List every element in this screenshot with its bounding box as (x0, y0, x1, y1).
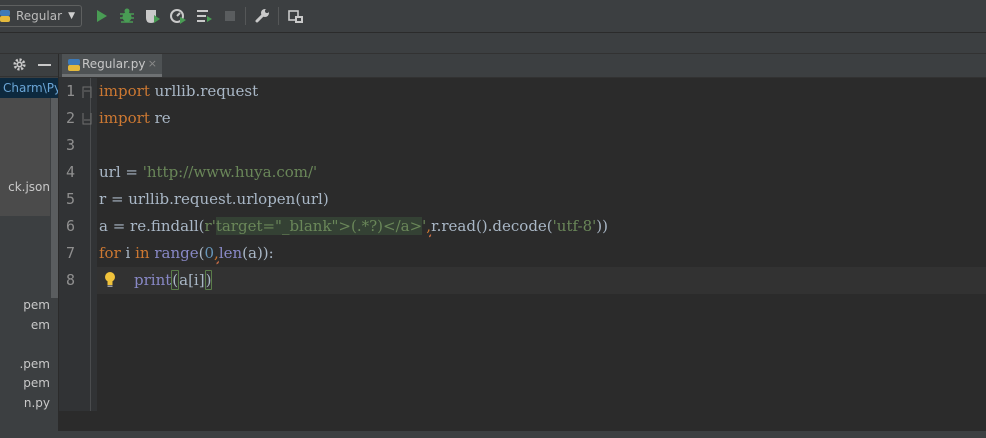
profile-button[interactable] (168, 6, 188, 26)
code-line-2: import re (99, 105, 171, 132)
code-line-8: print(a[i]) (134, 267, 213, 294)
string-token: r' (204, 217, 216, 235)
code-line-7: for i in range(0,len(a)): (99, 240, 274, 267)
line-number: 2 (65, 109, 75, 127)
fold-start-icon[interactable] (81, 85, 93, 99)
builtin-token: range (154, 244, 199, 262)
line-number: 7 (65, 244, 75, 262)
code-editor[interactable]: 1 2 3 4 5 6 7 8 import urllib.request im… (59, 78, 986, 438)
python-file-icon (68, 59, 80, 71)
code-line-1: import urllib.request (99, 78, 258, 105)
stop-icon (225, 11, 235, 21)
builtin-token: print (134, 271, 172, 289)
matched-brace: ) (204, 270, 213, 290)
code-token: (a)): (242, 244, 274, 262)
fold-end-icon[interactable] (81, 112, 93, 126)
tree-item[interactable]: pem (0, 374, 50, 392)
line-number: 1 (65, 82, 75, 100)
code-token: urllib.request (149, 82, 259, 100)
code-token: url = (99, 163, 143, 181)
regex-token: target="_blank">(.*?)</a> (215, 217, 423, 235)
code-token: a[i] (179, 271, 205, 289)
matched-brace: ( (171, 270, 180, 290)
project-panel-scrollbar[interactable] (51, 98, 58, 298)
gutter-divider (90, 78, 91, 411)
toolbar-divider (245, 7, 246, 25)
editor-tab-bar: Regular.py × (59, 54, 986, 78)
code-token: a = re.findall( (99, 217, 205, 235)
stop-button[interactable] (220, 6, 240, 26)
run-icon (97, 10, 107, 22)
run-configuration-label: Regular (16, 9, 63, 23)
builtin-token: len (218, 244, 243, 262)
project-tool-window: Charm\Py ck.json pem em .pem pem n.py (0, 54, 58, 438)
wrench-icon (255, 9, 269, 23)
tree-item[interactable]: n.py (0, 394, 50, 412)
line-number: 6 (65, 217, 75, 235)
line-number: 8 (65, 271, 75, 289)
run-button[interactable] (91, 6, 111, 26)
tab-label: Regular.py (82, 57, 146, 71)
chevron-down-icon: ▼ (68, 11, 75, 21)
close-icon[interactable]: × (148, 57, 157, 70)
keyword-token: in (135, 244, 150, 262)
tree-item[interactable]: .pem (0, 355, 50, 373)
main-toolbar: Regular ▼ (0, 0, 986, 33)
keyword-token: import (99, 82, 150, 100)
line-number: 3 (65, 136, 75, 154)
project-root-path[interactable]: Charm\Py (0, 78, 58, 98)
tree-item[interactable]: ck.json (0, 178, 50, 196)
run-with-coverage-button[interactable] (142, 6, 162, 26)
tree-item[interactable]: em (0, 316, 50, 334)
code-token: r = urllib.request.urlopen(url) (99, 190, 329, 208)
run-configuration-selector[interactable]: Regular ▼ (0, 5, 82, 27)
concurrency-icon (197, 10, 212, 22)
debug-button[interactable] (117, 6, 137, 26)
code-token: i (120, 244, 136, 262)
project-root-path-text: Charm\Py (3, 81, 58, 95)
gear-icon[interactable] (12, 57, 27, 72)
keyword-token: import (99, 109, 150, 127)
project-structure-button[interactable] (286, 6, 306, 26)
code-token: re (149, 109, 171, 127)
debug-icon (120, 8, 134, 23)
concurrency-diagram-button[interactable] (194, 6, 214, 26)
selected-tree-area (0, 98, 50, 216)
code-token: )) (596, 217, 608, 235)
project-panel-header (0, 54, 58, 77)
toolbar-divider (278, 7, 279, 25)
code-line-6: a = re.findall(r'target="_blank">(.*?)</… (99, 213, 608, 240)
tab-regular-py[interactable]: Regular.py × (62, 54, 162, 77)
profile-icon (170, 9, 186, 24)
string-token: 'http://www.huya.com/' (142, 163, 318, 181)
number-token: 0 (204, 244, 215, 262)
keyword-token: for (99, 244, 121, 262)
code-line-5: r = urllib.request.urlopen(url) (99, 186, 329, 213)
status-bar (0, 431, 986, 438)
coverage-icon (146, 10, 160, 23)
python-config-icon (0, 10, 10, 22)
navigation-bar (0, 33, 986, 54)
line-number: 4 (65, 163, 75, 181)
lightbulb-icon[interactable] (103, 271, 117, 289)
settings-button[interactable] (252, 6, 272, 26)
current-line-highlight (97, 267, 986, 294)
code-line-4: url = 'http://www.huya.com/' (99, 159, 317, 186)
minimize-icon[interactable] (38, 64, 51, 66)
code-token: r.read().decode( (431, 217, 553, 235)
line-number: 5 (65, 190, 75, 208)
sdk-icon (288, 10, 303, 23)
string-token: 'utf-8' (552, 217, 597, 235)
tree-item[interactable]: pem (0, 296, 50, 314)
